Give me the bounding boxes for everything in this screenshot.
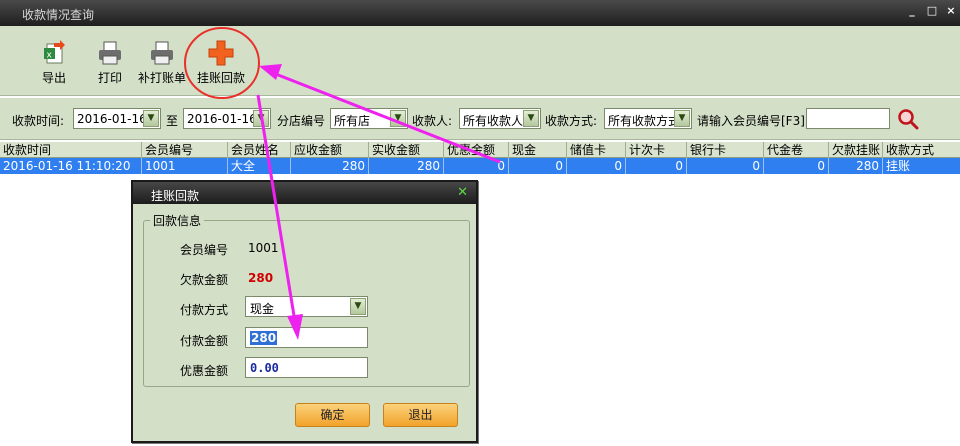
discount-amount-value: 0.00 (250, 361, 279, 375)
dialog-title: 挂账回款 (151, 189, 200, 203)
debt-amount-label: 欠款金额 (180, 273, 229, 287)
window-title: 收款情况查询 (22, 8, 95, 22)
plus-icon (207, 40, 235, 66)
payee-value: 所有收款人 (463, 114, 524, 128)
search-icon (898, 109, 919, 130)
column-header[interactable]: 代金卷 (764, 142, 829, 158)
table-cell: 1001 (142, 158, 228, 174)
maximize-button[interactable]: □ (925, 4, 939, 18)
reprint-bill-label: 补打账单 (137, 71, 186, 85)
payment-amount-input[interactable]: 280 (245, 327, 368, 348)
table-cell: 2016-01-16 11:10:20 (0, 158, 142, 174)
date-to-value: 2016-01-16 (187, 112, 257, 126)
repayment-info-group: 回款信息 会员编号 1001 欠款金额 280 付款方式 现金 ▼ 付款金额 2… (143, 212, 470, 387)
column-header[interactable]: 欠款挂账 (829, 142, 883, 158)
method-label: 收款方式: (545, 114, 598, 128)
app-window: 收款情况查询 _ □ × x 导出 打印 补打账单 挂账回款 收款时间: 201… (0, 0, 960, 446)
column-header[interactable]: 会员编号 (142, 142, 228, 158)
member-search-input[interactable] (806, 108, 890, 129)
member-id-label: 会员编号 (180, 243, 229, 257)
print-label: 打印 (97, 71, 122, 85)
method-value: 所有收款方式 (608, 114, 674, 128)
table-header: 收款时间 会员编号 会员姓名 应收金额 实收金额 优惠金额 现金 储值卡 计次卡… (0, 142, 960, 158)
table-cell: 大全 (228, 158, 291, 174)
chevron-down-icon[interactable]: ▼ (523, 110, 539, 127)
column-header[interactable]: 优惠金额 (444, 142, 509, 158)
member-search-label: 请输入会员编号[F3] (697, 114, 805, 128)
table-cell: 0 (626, 158, 687, 174)
time-label: 收款时间: (12, 114, 65, 128)
store-select[interactable]: 所有店 ▼ (330, 108, 408, 129)
export-label: 导出 (41, 71, 66, 85)
payment-method-label: 付款方式 (180, 303, 229, 317)
payee-label: 收款人: (412, 114, 453, 128)
discount-amount-input[interactable]: 0.00 (245, 357, 368, 378)
column-header[interactable]: 现金 (509, 142, 567, 158)
payment-amount-value: 280 (250, 331, 278, 345)
table-cell: 0 (687, 158, 764, 174)
payments-table: 收款时间 会员编号 会员姓名 应收金额 实收金额 优惠金额 现金 储值卡 计次卡… (0, 142, 960, 174)
excel-export-icon: x (40, 40, 68, 66)
printer-icon (148, 40, 176, 66)
payee-select[interactable]: 所有收款人 ▼ (459, 108, 541, 129)
export-button[interactable]: x 导出 (38, 40, 70, 86)
store-value: 所有店 (334, 114, 371, 128)
table-cell: 0 (509, 158, 567, 174)
minimize-button[interactable]: _ (905, 4, 919, 18)
column-header[interactable]: 应收金额 (291, 142, 369, 158)
svg-text:x: x (47, 51, 53, 61)
ok-button[interactable]: 确定 (295, 403, 370, 427)
debt-repayment-button[interactable]: 挂账回款 (195, 40, 247, 86)
table-cell: 0 (567, 158, 626, 174)
chevron-down-icon[interactable]: ▼ (253, 110, 269, 127)
table-cell: 280 (369, 158, 444, 174)
payment-amount-label: 付款金额 (180, 334, 229, 348)
column-header[interactable]: 储值卡 (567, 142, 626, 158)
chevron-down-icon[interactable]: ▼ (350, 298, 366, 315)
toolbar: x 导出 打印 补打账单 挂账回款 (0, 26, 960, 96)
search-button[interactable] (897, 108, 919, 130)
title-bar: 收款情况查询 _ □ × (0, 0, 960, 26)
date-from-value: 2016-01-16 (77, 112, 147, 126)
printer-icon (96, 40, 124, 66)
discount-amount-label: 优惠金额 (180, 364, 229, 378)
print-button[interactable]: 打印 (94, 40, 126, 86)
date-to-picker[interactable]: 2016-01-16 ▼ (183, 108, 271, 129)
table-cell: 0 (764, 158, 829, 174)
close-button[interactable]: × (944, 4, 958, 18)
exit-button[interactable]: 退出 (383, 403, 458, 427)
table-cell: 280 (291, 158, 369, 174)
filter-bar: 收款时间: 2016-01-16 ▼ 至 2016-01-16 ▼ 分店编号 所… (0, 98, 960, 140)
chevron-down-icon[interactable]: ▼ (143, 110, 159, 127)
column-header[interactable]: 会员姓名 (228, 142, 291, 158)
table-cell: 280 (829, 158, 883, 174)
reprint-bill-button[interactable]: 补打账单 (136, 40, 188, 86)
debt-amount-value: 280 (248, 271, 274, 285)
column-header[interactable]: 银行卡 (687, 142, 764, 158)
to-label: 至 (166, 114, 179, 128)
table-cell: 0 (444, 158, 509, 174)
method-select[interactable]: 所有收款方式 ▼ (604, 108, 692, 129)
group-title: 回款信息 (150, 212, 205, 229)
member-id-value: 1001 (248, 241, 279, 255)
chevron-down-icon[interactable]: ▼ (674, 110, 690, 127)
column-header[interactable]: 收款方式 (883, 142, 960, 158)
date-from-picker[interactable]: 2016-01-16 ▼ (73, 108, 161, 129)
table-cell: 挂账 (886, 159, 911, 173)
chevron-down-icon[interactable]: ▼ (390, 110, 406, 127)
column-header[interactable]: 收款时间 (0, 142, 142, 158)
debt-repayment-dialog: 挂账回款 ✕ 回款信息 会员编号 1001 欠款金额 280 付款方式 现金 ▼… (131, 180, 478, 443)
payment-method-select[interactable]: 现金 ▼ (245, 296, 368, 317)
column-header[interactable]: 计次卡 (626, 142, 687, 158)
payment-method-value: 现金 (250, 302, 275, 316)
column-header[interactable]: 实收金额 (369, 142, 444, 158)
table-row[interactable]: 2016-01-16 11:10:20 1001 大全 280 280 0 0 … (0, 158, 960, 174)
dialog-title-bar: 挂账回款 ✕ (133, 182, 476, 204)
store-label: 分店编号 (277, 114, 326, 128)
debt-repayment-label: 挂账回款 (196, 71, 245, 85)
close-icon[interactable]: ✕ (457, 185, 468, 200)
